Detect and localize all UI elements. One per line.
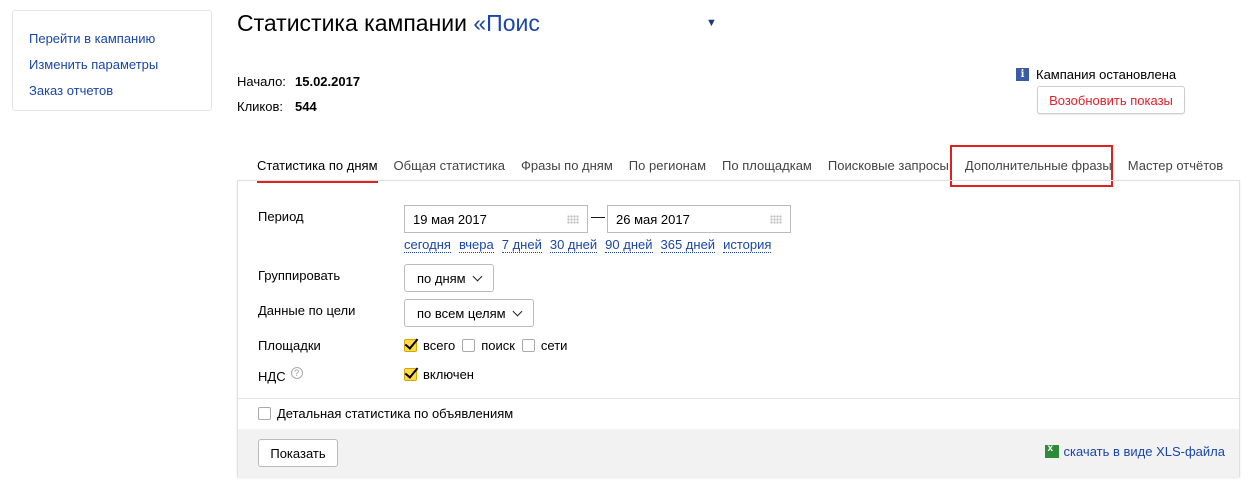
form-footer: Показать скачать в виде XLS-файла xyxy=(238,429,1239,477)
campaign-info: Начало: 15.02.2017 Кликов: 544 xyxy=(237,69,360,119)
sidebar-link-order-reports[interactable]: Заказ отчетов xyxy=(29,78,211,104)
date-to-input[interactable]: 26 мая 2017 xyxy=(607,205,791,233)
detail-checkbox[interactable] xyxy=(258,407,271,420)
quick-today[interactable]: сегодня xyxy=(404,238,451,253)
vat-value-label: включен xyxy=(423,367,474,382)
xls-download-link[interactable]: скачать в виде XLS-файла xyxy=(1064,444,1226,459)
group-select-value: по дням xyxy=(417,270,466,286)
tab-search-queries[interactable]: Поисковые запросы xyxy=(828,154,949,183)
goal-select-value: по всем целям xyxy=(417,305,506,321)
start-value: 15.02.2017 xyxy=(295,74,361,89)
platform-search-checkbox[interactable] xyxy=(462,339,476,352)
calendar-icon[interactable] xyxy=(770,215,782,224)
divider xyxy=(238,398,1239,399)
calendar-icon[interactable] xyxy=(567,215,579,224)
clicks-label: Кликов: xyxy=(237,99,284,114)
xls-download: скачать в виде XLS-файла xyxy=(1044,443,1226,459)
platform-net-checkbox[interactable] xyxy=(521,339,535,352)
goal-select[interactable]: по всем целям xyxy=(404,299,534,327)
campaign-name-link[interactable]: «Поис xyxy=(473,10,539,36)
detail-label: Детальная статистика по объявлениям xyxy=(277,406,514,421)
quick-30-days[interactable]: 30 дней xyxy=(549,238,598,253)
vat-label: НДС xyxy=(258,369,286,384)
group-select[interactable]: по дням xyxy=(404,264,494,292)
quick-history[interactable]: история xyxy=(723,238,772,253)
sidebar-link-go-to-campaign[interactable]: Перейти в кампанию xyxy=(29,26,211,52)
platform-all-checkbox[interactable] xyxy=(404,339,417,352)
tab-daily-stats[interactable]: Статистика по дням xyxy=(257,154,378,183)
vat-label-row: НДС? xyxy=(258,367,303,384)
campaign-dropdown-icon[interactable]: ▼ xyxy=(706,17,717,29)
period-label: Период xyxy=(258,209,304,224)
tab-report-wizard[interactable]: Мастер отчётов xyxy=(1128,154,1223,183)
sidebar-link-edit-params[interactable]: Изменить параметры xyxy=(29,52,211,78)
vat-check: включен xyxy=(404,367,481,382)
date-from-value: 19 мая 2017 xyxy=(413,212,487,227)
info-icon: i xyxy=(1016,68,1029,81)
excel-icon xyxy=(1044,443,1059,458)
goal-label: Данные по цели xyxy=(258,303,356,318)
tab-general-stats[interactable]: Общая статистика xyxy=(394,154,506,183)
quick-periods: сегодня вчера 7 дней 30 дней 90 дней 365… xyxy=(404,238,779,253)
resume-button[interactable]: Возобновить показы xyxy=(1037,86,1185,114)
stats-form-panel: Период 19 мая 2017 — 26 мая 2017 сегодня… xyxy=(237,180,1240,477)
detail-check: Детальная статистика по объявлениям xyxy=(258,406,520,421)
help-icon[interactable]: ? xyxy=(290,367,303,379)
platforms-label: Площадки xyxy=(258,338,321,353)
status-text: Кампания остановлена xyxy=(1036,67,1177,82)
platform-net-label: сети xyxy=(540,338,568,353)
tab-placements[interactable]: По площадкам xyxy=(722,154,812,183)
group-label: Группировать xyxy=(258,268,341,283)
start-label: Начало: xyxy=(237,74,286,89)
campaign-status: i Кампания остановлена xyxy=(1016,67,1176,82)
clicks-value: 544 xyxy=(295,99,317,114)
show-button[interactable]: Показать xyxy=(258,439,338,467)
platform-all-label: всего xyxy=(423,338,456,353)
date-dash: — xyxy=(591,208,605,224)
tab-phrases-by-day[interactable]: Фразы по дням xyxy=(521,154,613,183)
vat-checkbox[interactable] xyxy=(404,368,417,381)
quick-7-days[interactable]: 7 дней xyxy=(501,238,542,253)
tab-regions[interactable]: По регионам xyxy=(629,154,706,183)
date-from-input[interactable]: 19 мая 2017 xyxy=(404,205,588,233)
page-title: Статистика кампании «Поис xyxy=(237,10,540,37)
platform-search-label: поиск xyxy=(481,338,515,353)
quick-yesterday[interactable]: вчера xyxy=(458,238,494,253)
platforms-checks: всего поиск сети xyxy=(404,338,574,353)
page-title-prefix: Статистика кампании xyxy=(237,10,474,36)
date-to-value: 26 мая 2017 xyxy=(616,212,690,227)
sidebar: Перейти в кампанию Изменить параметры За… xyxy=(12,10,212,111)
quick-90-days[interactable]: 90 дней xyxy=(605,238,653,253)
quick-365-days[interactable]: 365 дней xyxy=(660,238,716,253)
chevron-down-icon xyxy=(472,271,483,281)
chevron-down-icon xyxy=(512,306,523,316)
